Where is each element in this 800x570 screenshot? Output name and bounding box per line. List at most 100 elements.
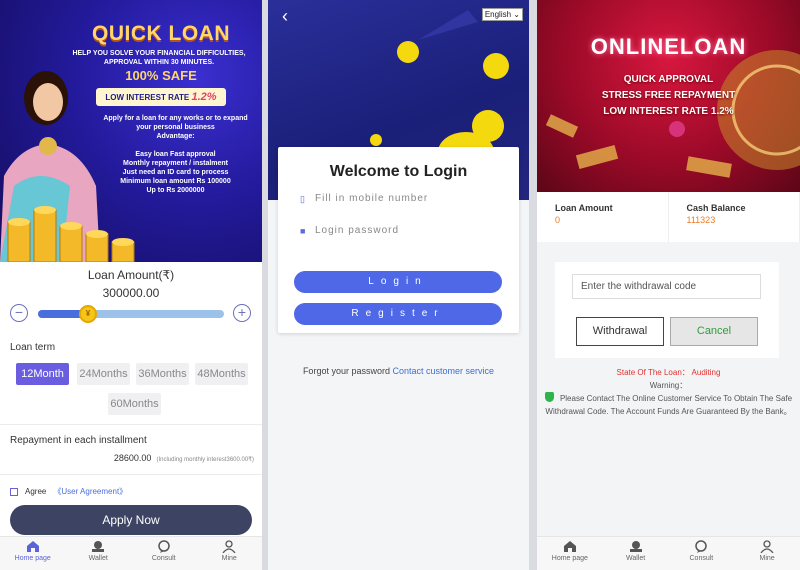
user-icon — [222, 540, 236, 553]
banner-body-line: Up to Rs 2000000 — [146, 187, 205, 194]
register-button[interactable]: Register — [294, 303, 502, 325]
tab-label: Wallet — [88, 555, 108, 562]
bottom-tab-bar: Home page Wallet Consult Mine — [0, 536, 262, 570]
repayment-label: Repayment in each installment — [10, 435, 147, 446]
tab-label: Mine — [221, 555, 237, 562]
banner-body-line: Minimum loan amount Rs 100000 — [120, 178, 231, 185]
tab-label: Home page — [14, 555, 51, 562]
forgot-password-row: Forgot your password Contact customer se… — [268, 366, 529, 376]
login-screen: ‹ English ⌄ Welcome to Login ▯ Fill in mo… — [268, 0, 529, 570]
decrease-amount-button[interactable]: − — [10, 304, 28, 322]
rate-label: LOW INTEREST RATE — [105, 93, 190, 102]
banner-line: QUICK APPROVAL — [623, 74, 714, 85]
lock-icon: ■ — [300, 226, 307, 236]
repayment-value: 28600.00 (Including monthly interest3600… — [114, 453, 254, 463]
banner-body-text: Apply for a loan for any works or to exp… — [95, 114, 256, 195]
loan-term-label: Loan term — [10, 342, 56, 353]
term-option-36[interactable]: 36Months — [136, 363, 189, 385]
banner-line: LOW INTEREST RATE 1.2% — [603, 106, 734, 117]
tab-label: Wallet — [626, 555, 646, 562]
warning-message: Please Contact The Online Customer Servi… — [539, 392, 798, 418]
banner-subtitle: HELP YOU SOLVE YOUR FINANCIAL DIFFICULTI… — [60, 49, 258, 67]
banner-line: STRESS FREE REPAYMENT — [601, 90, 736, 101]
warning-text: Please Contact The Online Customer Servi… — [545, 394, 793, 416]
agreement-row: Agree 《User Agreement》 — [10, 486, 127, 497]
account-stats: Loan Amount 0 Cash Balance 111323 — [537, 192, 800, 242]
loan-amount-value: 0 — [555, 215, 561, 225]
loan-amount-stat: Loan Amount 0 — [537, 192, 669, 242]
term-option-48[interactable]: 48Months — [195, 363, 248, 385]
repayment-amount: 28600.00 — [113, 453, 152, 463]
banner-body-line: Advantage: — [156, 133, 195, 140]
home-icon — [563, 541, 576, 552]
tab-wallet[interactable]: Wallet — [603, 537, 669, 570]
banner-subtitle-line: APPROVAL WITHIN 30 MINUTES. — [103, 59, 215, 66]
term-option-12[interactable]: 12Month — [16, 363, 69, 385]
tab-label: Home page — [551, 555, 588, 562]
tab-label: Mine — [759, 555, 775, 562]
consult-icon — [695, 540, 708, 553]
login-card: Welcome to Login ▯ Fill in mobile number … — [278, 147, 519, 333]
tab-home[interactable]: Home page — [0, 537, 66, 570]
login-title: Welcome to Login — [329, 163, 468, 180]
cash-balance-stat: Cash Balance 111323 — [669, 192, 800, 242]
warning-heading: Warning： — [649, 381, 688, 390]
banner-body-line: Just need an ID card to process — [122, 169, 229, 176]
user-icon — [760, 540, 774, 553]
loan-amount-value: 300000.00 — [102, 286, 160, 300]
withdrawal-button[interactable]: Withdrawal — [576, 317, 664, 346]
banner-body-line: Apply for a loan for any works or to exp… — [103, 115, 248, 122]
cash-balance-value: 111323 — [686, 215, 716, 225]
shield-icon — [544, 392, 554, 402]
wallet-icon — [629, 541, 642, 552]
banner-body-line: your personal business — [136, 124, 215, 131]
withdrawal-code-input[interactable]: Enter the withdrawal code — [572, 274, 761, 299]
gold-coins-illustration — [7, 206, 135, 262]
bottom-tab-bar: Home page Wallet Consult Mine — [537, 536, 800, 570]
password-field[interactable]: ■ Login password — [300, 225, 399, 236]
banner-safe: 100% SAFE — [125, 68, 197, 83]
rate-value: 1.2% — [191, 91, 217, 103]
quick-loan-banner: QUICK LOAN HELP YOU SOLVE YOUR FINANCIAL… — [0, 0, 262, 262]
online-loan-banner: ONLINELOAN QUICK APPROVAL STRESS FREE RE… — [537, 0, 800, 192]
wallet-icon — [92, 541, 105, 552]
withdrawal-screen: ONLINELOAN QUICK APPROVAL STRESS FREE RE… — [537, 0, 800, 570]
tab-label: Consult — [689, 555, 714, 562]
divider — [0, 424, 262, 425]
divider — [0, 474, 262, 475]
login-button[interactable]: Login — [294, 271, 502, 293]
tab-label: Consult — [151, 555, 176, 562]
mobile-number-field[interactable]: ▯ Fill in mobile number — [300, 193, 428, 204]
loan-amount-label: Loan Amount(₹) — [87, 268, 175, 282]
chevron-down-icon: ⌄ — [513, 10, 520, 19]
tab-consult[interactable]: Consult — [131, 537, 197, 570]
withdrawal-card: Enter the withdrawal code Withdrawal Can… — [555, 262, 779, 358]
tab-consult[interactable]: Consult — [669, 537, 735, 570]
loan-amount-slider[interactable] — [38, 310, 224, 318]
cancel-button[interactable]: Cancel — [670, 317, 758, 346]
cash-balance-label: Cash Balance — [686, 203, 746, 213]
user-agreement-link[interactable]: 《User Agreement》 — [53, 486, 127, 497]
tab-wallet[interactable]: Wallet — [66, 537, 132, 570]
language-select[interactable]: English ⌄ — [481, 8, 523, 21]
mobile-placeholder: Fill in mobile number — [315, 193, 429, 204]
tab-mine[interactable]: Mine — [197, 537, 263, 570]
banner-body-line: Monthly repayment / instalment — [122, 160, 229, 167]
contact-customer-service-link[interactable]: Contact customer service — [393, 366, 495, 376]
tab-home[interactable]: Home page — [537, 537, 603, 570]
banner-body-line: Easy loan Fast approval — [135, 151, 216, 158]
term-option-24[interactable]: 24Months — [77, 363, 130, 385]
repayment-note: (Including monthly interest3600.00₹) — [156, 457, 254, 463]
back-icon[interactable]: ‹ — [282, 6, 288, 27]
agree-checkbox[interactable] — [10, 487, 18, 496]
consult-icon — [158, 540, 170, 553]
phone-icon: ▯ — [300, 194, 306, 204]
interest-rate-badge: LOW INTEREST RATE 1.2% — [96, 88, 226, 106]
increase-amount-button[interactable]: + — [233, 304, 251, 322]
slider-thumb[interactable]: ¥ — [79, 305, 97, 323]
loan-application-screen: QUICK LOAN HELP YOU SOLVE YOUR FINANCIAL… — [0, 0, 262, 570]
loan-amount-label: Loan Amount — [555, 203, 613, 213]
term-option-60[interactable]: 60Months — [108, 393, 161, 415]
apply-now-button[interactable]: Apply Now — [10, 505, 252, 535]
tab-mine[interactable]: Mine — [734, 537, 800, 570]
